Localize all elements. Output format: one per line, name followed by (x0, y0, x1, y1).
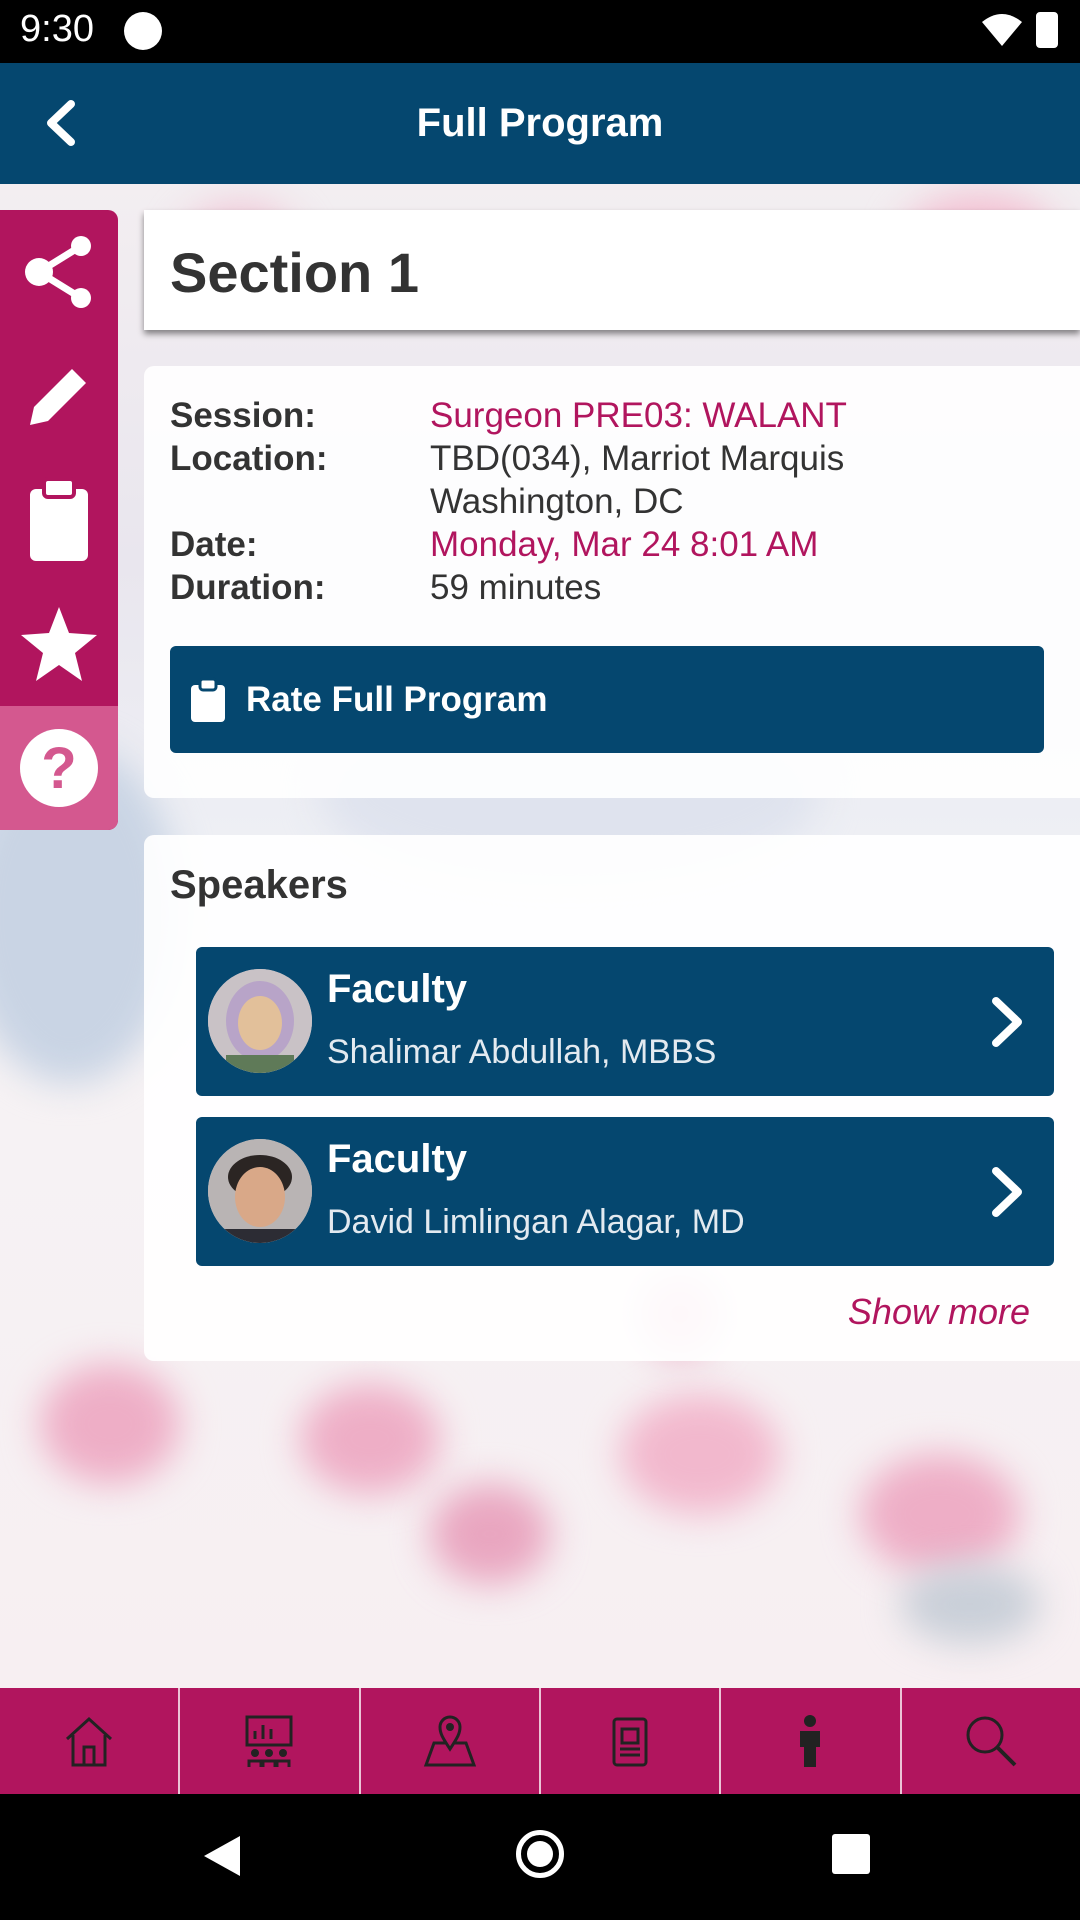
speakers-title: Speakers (170, 863, 348, 907)
avatar (208, 969, 312, 1073)
badge-icon (612, 1717, 648, 1767)
status-bar: 9:30 (0, 0, 1080, 63)
system-back-icon[interactable] (200, 1832, 244, 1880)
location-value: TBD(034), Marriot Marquis Washington, DC (430, 439, 845, 521)
app-bar: Full Program (0, 63, 1080, 184)
battery-icon (1036, 12, 1058, 48)
session-details-card: Session: Surgeon PRE03: WALANT Location:… (144, 366, 1080, 798)
nav-home[interactable] (0, 1688, 181, 1794)
section-header: Section 1 (144, 210, 1080, 330)
location-label: Location: (170, 439, 328, 478)
wifi-icon (982, 14, 1022, 46)
speaker-name: Shalimar Abdullah, MBBS (327, 1033, 717, 1071)
speaker-role: Faculty (327, 1137, 468, 1181)
search-icon (966, 1716, 1017, 1767)
chevron-right-icon (992, 1167, 1022, 1217)
person-icon (800, 1715, 821, 1767)
show-more-link[interactable]: Show more (848, 1291, 1030, 1333)
rate-program-label: Rate Full Program (246, 679, 548, 719)
duration-label: Duration: (170, 568, 326, 607)
speakers-card: Speakers Faculty Shalimar Abdullah, MBBS (144, 835, 1080, 1361)
duration-value: 59 minutes (430, 568, 602, 607)
speaker-name: David Limlingan Alagar, MD (327, 1203, 745, 1241)
rate-program-button[interactable]: Rate Full Program (170, 646, 1044, 753)
pencil-icon (30, 363, 92, 425)
date-label: Date: (170, 525, 258, 564)
survey-button[interactable] (0, 458, 118, 582)
status-time: 9:30 (20, 8, 94, 50)
system-nav-bar (0, 1794, 1080, 1920)
bottom-nav (0, 1688, 1080, 1794)
edit-notes-button[interactable] (0, 334, 118, 458)
clipboard-icon (188, 677, 228, 723)
star-icon (21, 607, 97, 681)
share-icon (25, 236, 91, 308)
nav-program[interactable] (180, 1688, 361, 1794)
help-button[interactable]: ? (0, 706, 118, 830)
nav-search[interactable] (902, 1688, 1080, 1794)
date-value: Monday, Mar 24 8:01 AM (430, 525, 819, 564)
system-home-icon[interactable] (516, 1830, 564, 1878)
presentation-icon (245, 1715, 293, 1767)
share-button[interactable] (0, 210, 118, 334)
section-title: Section 1 (170, 241, 419, 304)
home-icon (66, 1716, 113, 1767)
nav-map[interactable] (361, 1688, 541, 1794)
session-label: Session: (170, 396, 316, 435)
side-action-rail: ? (0, 210, 118, 830)
session-value: Surgeon PRE03: WALANT (430, 396, 847, 435)
favorite-button[interactable] (0, 582, 118, 706)
system-recents-icon[interactable] (832, 1834, 870, 1874)
avatar (208, 1139, 312, 1243)
nav-profile[interactable] (721, 1688, 902, 1794)
map-icon (423, 1715, 476, 1767)
notification-icon (124, 12, 162, 50)
speaker-item[interactable]: Faculty Shalimar Abdullah, MBBS (196, 947, 1054, 1096)
page-title: Full Program (416, 101, 664, 145)
speaker-role: Faculty (327, 967, 468, 1011)
help-icon: ? (20, 729, 98, 807)
chevron-right-icon (992, 997, 1022, 1047)
speaker-item[interactable]: Faculty David Limlingan Alagar, MD (196, 1117, 1054, 1266)
nav-attendees[interactable] (541, 1688, 722, 1794)
clipboard-icon (30, 477, 88, 561)
